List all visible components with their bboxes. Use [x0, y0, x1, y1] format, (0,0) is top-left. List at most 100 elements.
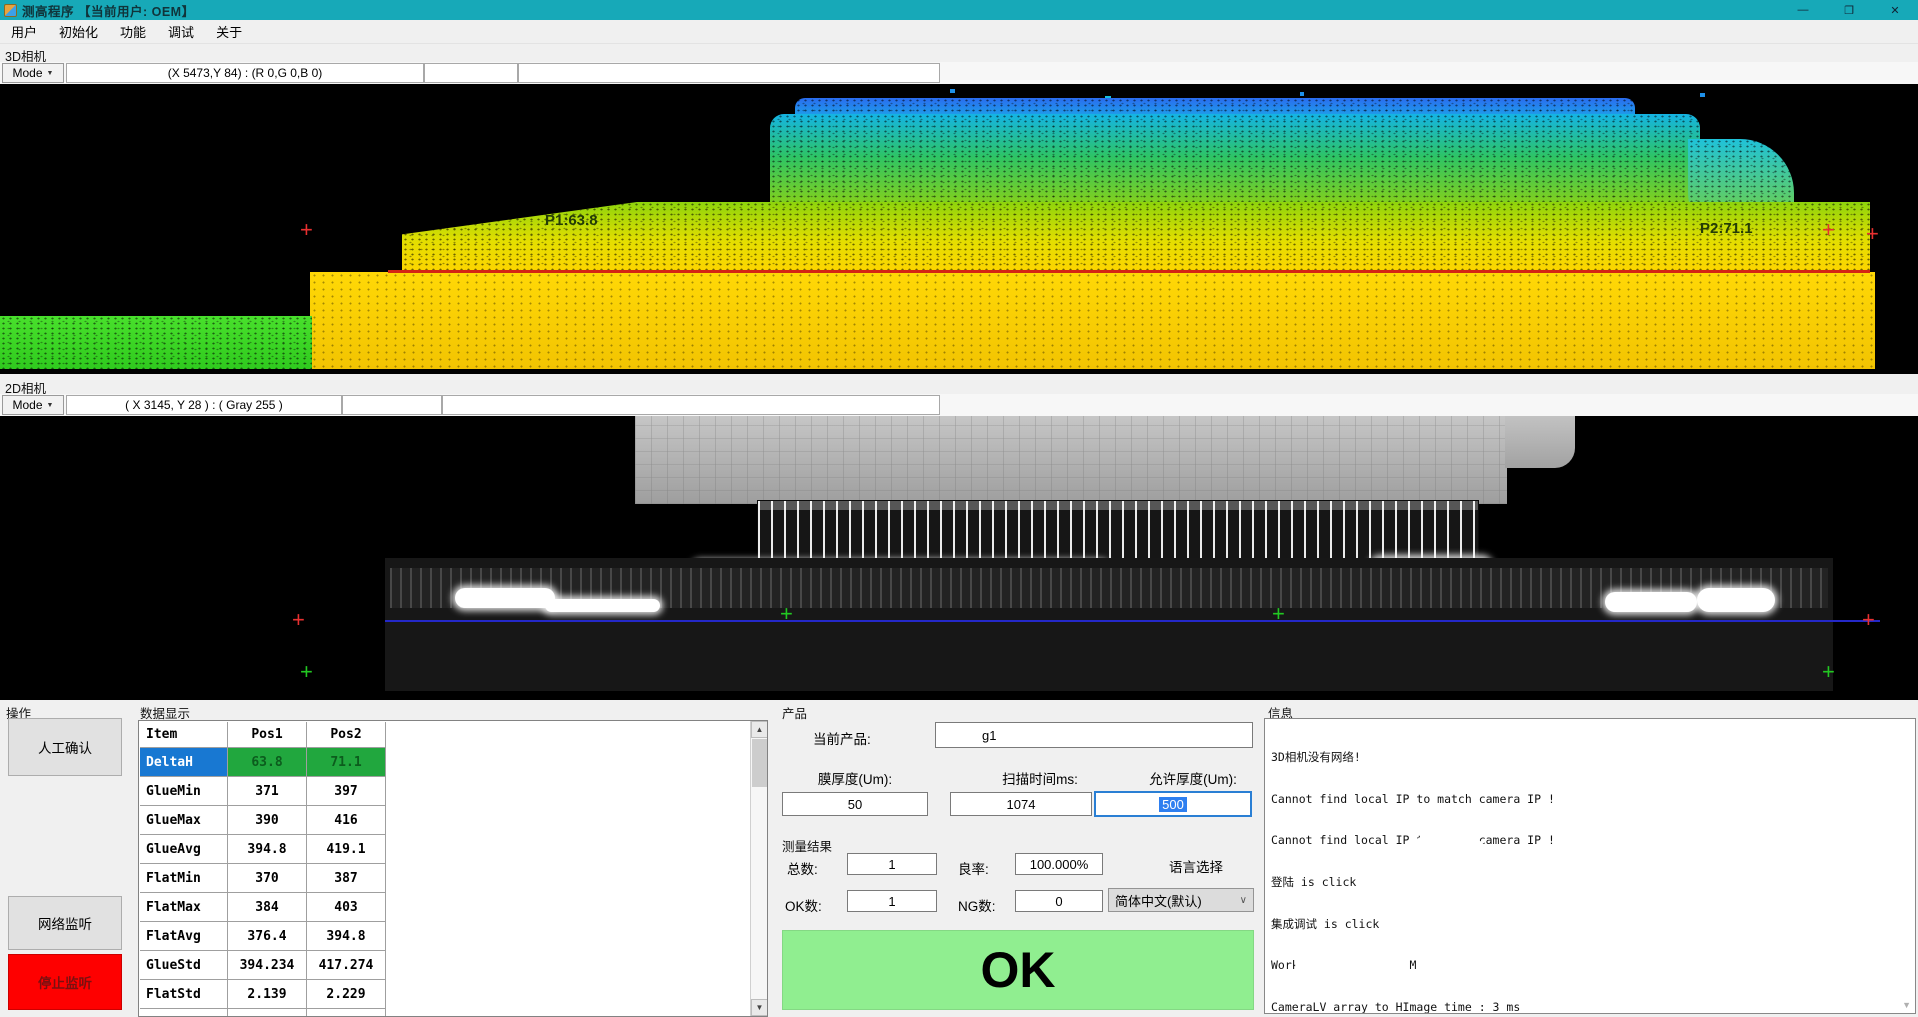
heightmap-yellow-slab: [310, 272, 1875, 369]
measurement-blue-line: [385, 620, 1880, 622]
stop-listen-button[interactable]: 停止监听: [8, 954, 122, 1010]
yield-field[interactable]: 100.000%: [1015, 853, 1103, 875]
speck: [950, 89, 955, 93]
manual-confirm-button[interactable]: 人工确认: [8, 718, 122, 776]
crosshair-marker: +: [300, 666, 313, 678]
whiteout-scribble: [1480, 889, 1790, 915]
chevron-down-icon: ▼: [47, 402, 54, 409]
table-row[interactable]: GlueAvg 394.8 419.1: [140, 835, 387, 864]
camera2d-toolbar: Mode ▼ ( X 3145, Y 28 ) : ( Gray 255 ): [0, 394, 1918, 416]
pcb-traces: [635, 416, 1507, 504]
solder-blob: [1697, 588, 1775, 612]
log-line: 3D相机没有网络!: [1271, 751, 1895, 765]
camera3d-image-canvas[interactable]: P1:63.8 P2:71.1 + + +: [0, 84, 1918, 374]
info-log-area[interactable]: 3D相机没有网络! Cannot find local IP to match …: [1264, 718, 1916, 1014]
column-header-pos2[interactable]: Pos2: [307, 722, 386, 748]
minimize-icon[interactable]: —: [1780, 0, 1826, 20]
p1-measure-label: P1:63.8: [545, 212, 598, 229]
menu-item-init[interactable]: 初始化: [48, 20, 109, 43]
solder-blob: [455, 588, 555, 608]
camera2d-pixel-status: ( X 3145, Y 28 ) : ( Gray 255 ): [66, 395, 342, 415]
table-row[interactable]: GlueStd 394.234 417.274: [140, 951, 387, 980]
menu-item-function[interactable]: 功能: [109, 20, 157, 43]
chevron-down-icon: ▼: [47, 70, 54, 77]
heightmap-upper-body: [770, 114, 1700, 210]
crosshair-marker: +: [300, 224, 313, 236]
ng-count-field[interactable]: 0: [1015, 890, 1103, 912]
menu-item-about[interactable]: 关于: [205, 20, 253, 43]
allow-thickness-label: 允许厚度(Um):: [1128, 768, 1258, 788]
camera3d-pixel-status: (X 5473,Y 84) : (R 0,G 0,B 0): [66, 63, 424, 83]
column-header-item[interactable]: Item: [140, 722, 228, 748]
menu-item-debug[interactable]: 调试: [157, 20, 205, 43]
ng-count-label: NG数:: [958, 895, 996, 915]
menu-bar: 用户 初始化 功能 调试 关于: [0, 20, 1918, 44]
table-row[interactable]: FlatAvg 376.4 394.8: [140, 922, 387, 951]
speck: [1700, 93, 1705, 97]
language-select-label: 语言选择: [1150, 856, 1242, 876]
network-listen-button[interactable]: 网络监听: [8, 896, 122, 950]
whiteout-scribble: [1295, 951, 1407, 977]
p2-measure-label: P2:71.1: [1700, 220, 1753, 237]
heightmap-red-line: [388, 270, 1870, 273]
crosshair-marker: +: [1862, 614, 1875, 626]
column-header-pos1[interactable]: Pos1: [228, 722, 307, 748]
table-row[interactable]: FlatStd 2.139 2.229: [140, 980, 387, 1009]
current-product-label: 当前产品:: [813, 728, 871, 748]
ok-count-label: OK数:: [785, 895, 822, 915]
selected-text: 500: [1159, 797, 1187, 812]
camera3d-status-cell-2: [424, 63, 518, 83]
maximize-icon[interactable]: ❐: [1826, 0, 1872, 20]
total-count-field[interactable]: 1: [847, 853, 937, 875]
result-status-banner: OK: [782, 930, 1254, 1010]
pcb-body: [635, 416, 1507, 504]
table-header-row: Item Pos1 Pos2: [140, 722, 387, 748]
language-select-dropdown[interactable]: 简体中文(默认) ∨: [1108, 888, 1254, 912]
table-row[interactable]: X 2583.5 7966.7: [140, 1009, 387, 1017]
camera2d-mode-button[interactable]: Mode ▼: [2, 395, 64, 415]
log-line: Cannot find local IP to match camera IP …: [1271, 834, 1895, 848]
product-panel-title: 产品: [782, 703, 807, 722]
measurement-table: Item Pos1 Pos2 DeltaH 63.8 71.1 GlueMin …: [140, 722, 387, 1017]
table-row[interactable]: GlueMin 371 397: [140, 777, 387, 806]
crosshair-marker: +: [1822, 666, 1835, 678]
ok-count-field[interactable]: 1: [847, 890, 937, 912]
table-row[interactable]: DeltaH 63.8 71.1: [140, 748, 387, 777]
crosshair-marker: +: [780, 608, 793, 620]
scroll-up-icon[interactable]: ▲: [751, 721, 768, 738]
yield-label: 良率:: [958, 858, 989, 878]
table-row[interactable]: FlatMax 384 403: [140, 893, 387, 922]
speck: [1300, 92, 1304, 96]
title-bar: 测高程序 【当前用户: OEM】 — ❐ ✕: [0, 0, 1918, 20]
table-scrollbar[interactable]: ▲ ▼: [750, 721, 767, 1016]
table-row[interactable]: GlueMax 390 416: [140, 806, 387, 835]
solder-blob: [545, 599, 660, 612]
camera3d-mode-button[interactable]: Mode ▼: [2, 63, 64, 83]
table-row[interactable]: FlatMin 370 387: [140, 864, 387, 893]
log-line: CameraLV array to HImage time : 3 ms: [1271, 1001, 1895, 1014]
app-icon: [4, 4, 17, 17]
crosshair-marker: +: [1866, 228, 1879, 240]
film-thickness-field[interactable]: 50: [782, 792, 928, 816]
camera3d-toolbar: Mode ▼ (X 5473,Y 84) : (R 0,G 0,B 0): [0, 62, 1918, 84]
heightmap-left-green-bar: [0, 316, 312, 369]
measure-result-title: 测量结果: [782, 836, 832, 855]
current-product-field[interactable]: g1: [935, 722, 1253, 748]
menu-item-user[interactable]: 用户: [0, 20, 48, 43]
heightmap-mid-band: [402, 202, 1870, 274]
data-grid: Item Pos1 Pos2 DeltaH 63.8 71.1 GlueMin …: [138, 720, 768, 1017]
close-icon[interactable]: ✕: [1872, 0, 1918, 20]
scan-time-field[interactable]: 1074: [950, 792, 1092, 816]
log-line: 集成调试 is click: [1271, 918, 1895, 932]
camera2d-status-cell-3: [442, 395, 940, 415]
application-window: 测高程序 【当前用户: OEM】 — ❐ ✕ 用户 初始化 功能 调试 关于 3…: [0, 0, 1918, 1017]
scroll-down-icon[interactable]: ▼: [751, 999, 768, 1016]
scroll-down-icon[interactable]: ▼: [1902, 1000, 1911, 1010]
scrollbar-thumb[interactable]: [752, 739, 767, 787]
camera2d-status-cell-2: [342, 395, 442, 415]
crosshair-marker: +: [292, 614, 305, 626]
allow-thickness-field[interactable]: 500: [1094, 791, 1252, 817]
camera2d-image-canvas[interactable]: + + + + + +: [0, 416, 1918, 700]
fixture-base: [385, 558, 1833, 691]
connector-top-glint: [758, 501, 1478, 510]
